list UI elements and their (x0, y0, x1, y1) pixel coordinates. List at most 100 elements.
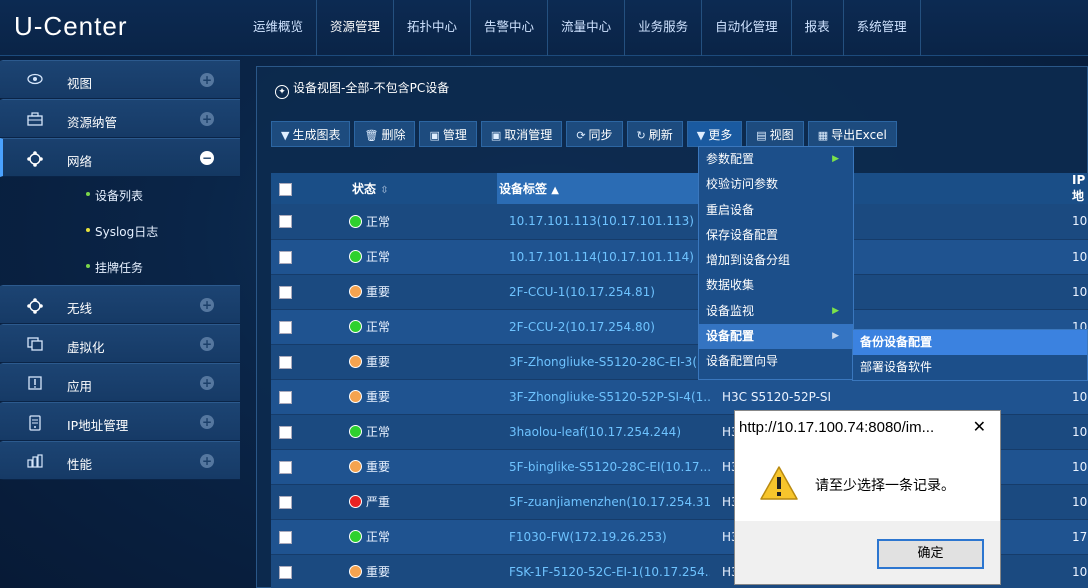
expand-icon[interactable]: + (200, 73, 214, 87)
device-label-link[interactable]: FSK-1F-5120-52C-EI-1(10.17.254... (497, 554, 710, 588)
sync-button[interactable]: ⟳ 同步 (566, 121, 623, 147)
menu-item-reboot-device[interactable]: 重启设备 (699, 198, 853, 223)
more-dropdown-menu: 参数配置 ▶ 校验访问参数 重启设备 保存设备配置 增加到设备分组 数据收集 设备… (698, 146, 854, 380)
ip-cell: 172 (1072, 519, 1088, 555)
menu-item-add-to-group[interactable]: 增加到设备分组 (699, 248, 853, 273)
expand-icon[interactable]: + (200, 376, 214, 390)
panel-title-text: 设备视图-全部-不包含PC设备 (293, 81, 450, 95)
row-checkbox[interactable] (279, 495, 292, 509)
row-select-cell (271, 309, 311, 345)
device-label-link[interactable]: 3F-Zhongliuke-S5120-28C-EI-3(1... (497, 344, 710, 380)
menu-item-device-config[interactable]: 设备配置 ▶ (699, 324, 853, 350)
sidebar-item-application[interactable]: 应用 + (0, 363, 240, 402)
expand-icon[interactable]: + (200, 112, 214, 126)
table-row[interactable]: 重要 2F-CCU-1(10.17.254.81) 10. (271, 274, 1088, 310)
sidebar-item-virtualization[interactable]: 虚拟化 + (0, 324, 240, 363)
unmanage-button[interactable]: ▣ 取消管理 (480, 121, 563, 147)
main-nav: 运维概览 资源管理 拓扑中心 告警中心 流量中心 业务服务 自动化管理 报表 系… (240, 0, 921, 56)
status-dot-icon (349, 530, 362, 543)
expand-icon[interactable]: + (200, 337, 214, 351)
table-row[interactable]: 正常 10.17.101.114(10.17.101.114) 10. (271, 239, 1088, 275)
row-checkbox[interactable] (279, 355, 292, 369)
status-column-header[interactable]: 状态 ⇳ (311, 173, 497, 204)
caret-down-icon: ▼ (696, 129, 706, 142)
row-checkbox[interactable] (279, 460, 292, 474)
nav-reports[interactable]: 报表 (792, 0, 844, 56)
device-label-link[interactable]: F1030-FW(172.19.26.253) (497, 519, 710, 555)
sidebar-item-wireless[interactable]: 无线 + (0, 285, 240, 324)
label-column-header[interactable]: 设备标签 ▲ (497, 173, 710, 204)
table-row[interactable]: 重要 3F-Zhongliuke-S5120-52P-SI-4(1... H3C S… (271, 379, 1088, 415)
row-checkbox[interactable] (279, 390, 292, 404)
row-select-cell (271, 414, 311, 450)
nav-automation[interactable]: 自动化管理 (702, 0, 792, 56)
device-label-link[interactable]: 3F-Zhongliuke-S5120-52P-SI-4(1... (497, 379, 710, 415)
status-text: 正常 (366, 250, 391, 264)
nav-alarm-center[interactable]: 告警中心 (471, 0, 549, 56)
device-label-link[interactable]: 2F-CCU-1(10.17.254.81) (497, 274, 710, 310)
sidebar-item-label: 视图 (67, 76, 93, 91)
ok-button[interactable]: 确定 (877, 539, 984, 569)
menu-item-verify-access-params[interactable]: 校验访问参数 (699, 172, 853, 197)
menu-item-device-monitor[interactable]: 设备监视 ▶ (699, 299, 853, 324)
sidebar-item-performance[interactable]: 性能 + (0, 441, 240, 480)
nav-ops-overview[interactable]: 运维概览 (240, 0, 318, 56)
status-text: 正常 (366, 320, 391, 334)
table-row[interactable]: 正常 10.17.101.113(10.17.101.113) 10. (271, 204, 1088, 240)
view-button[interactable]: ▤ 视图 (746, 121, 804, 147)
close-icon[interactable]: ✕ (973, 417, 986, 436)
menu-item-config-wizard[interactable]: 设备配置向导 (699, 349, 853, 374)
sidebar-subitem-device-list[interactable]: 设备列表 (0, 177, 240, 213)
refresh-button[interactable]: ↻ 刷新 (626, 121, 683, 147)
nav-system-management[interactable]: 系统管理 (844, 0, 921, 56)
row-checkbox[interactable] (279, 530, 292, 544)
sidebar-item-ip-management[interactable]: IP地址管理 + (0, 402, 240, 441)
sort-icon: ⇳ (380, 185, 389, 196)
ip-column-header[interactable]: IP地 (1072, 173, 1088, 204)
expand-icon[interactable]: + (200, 298, 214, 312)
generate-chart-button[interactable]: ▼ 生成图表 (271, 121, 351, 147)
nav-traffic-center[interactable]: 流量中心 (548, 0, 626, 56)
row-checkbox[interactable] (279, 425, 292, 439)
menu-item-data-collection[interactable]: 数据收集 (699, 273, 853, 298)
expand-icon[interactable]: + (200, 415, 214, 429)
sidebar-item-network[interactable]: 网络 − (0, 138, 240, 177)
device-label-link[interactable]: 5F-binglike-S5120-28C-EI(10.17.... (497, 449, 710, 485)
more-button[interactable]: ▼ 更多 (686, 121, 743, 147)
device-label-link[interactable]: 10.17.101.114(10.17.101.114) (497, 239, 710, 275)
sidebar-item-resource-onboarding[interactable]: 资源纳管 + (0, 99, 240, 138)
ip-management-icon (27, 415, 43, 431)
row-checkbox[interactable] (279, 320, 292, 334)
performance-icon (27, 454, 43, 468)
submenu-item-deploy-software[interactable]: 部署设备软件 (853, 355, 1087, 380)
device-label-link[interactable]: 10.17.101.113(10.17.101.113) (497, 204, 710, 240)
select-all-checkbox[interactable] (279, 182, 292, 196)
status-cell: 正常 (311, 239, 497, 275)
sidebar-subitem-syslog[interactable]: Syslog日志 (0, 213, 240, 249)
status-cell: 重要 (311, 274, 497, 310)
row-select-cell (271, 344, 311, 380)
nav-topology-center[interactable]: 拓扑中心 (394, 0, 472, 56)
virtualization-icon (27, 337, 43, 351)
device-label-link[interactable]: 2F-CCU-2(10.17.254.80) (497, 309, 710, 345)
delete-button[interactable]: 🗑 删除 (354, 121, 416, 147)
row-checkbox[interactable] (279, 250, 292, 264)
device-label-link[interactable]: 3haolou-leaf(10.17.254.244) (497, 414, 710, 450)
sidebar-item-view[interactable]: 视图 + (0, 60, 240, 99)
sidebar-subitem-tagging-task[interactable]: 挂牌任务 (0, 249, 240, 285)
menu-item-parameter-config[interactable]: 参数配置 ▶ (699, 147, 853, 172)
menu-item-save-device-config[interactable]: 保存设备配置 (699, 223, 853, 248)
collapse-icon[interactable]: − (200, 151, 214, 165)
expand-icon[interactable]: + (200, 454, 214, 468)
submenu-item-backup-config[interactable]: 备份设备配置 (853, 330, 1087, 355)
ip-cell: 10. (1072, 554, 1088, 588)
dialog-title: http://10.17.100.74:8080/im... (739, 419, 935, 436)
export-excel-button[interactable]: ▦ 导出Excel (807, 121, 897, 147)
row-checkbox[interactable] (279, 215, 292, 229)
nav-resource-management[interactable]: 资源管理 (317, 0, 395, 56)
row-checkbox[interactable] (279, 285, 292, 299)
manage-button[interactable]: ▣ 管理 (419, 121, 477, 147)
row-checkbox[interactable] (279, 565, 292, 579)
device-label-link[interactable]: 5F-zuanjiamenzhen(10.17.254.31) (497, 484, 710, 520)
nav-business-service[interactable]: 业务服务 (625, 0, 703, 56)
